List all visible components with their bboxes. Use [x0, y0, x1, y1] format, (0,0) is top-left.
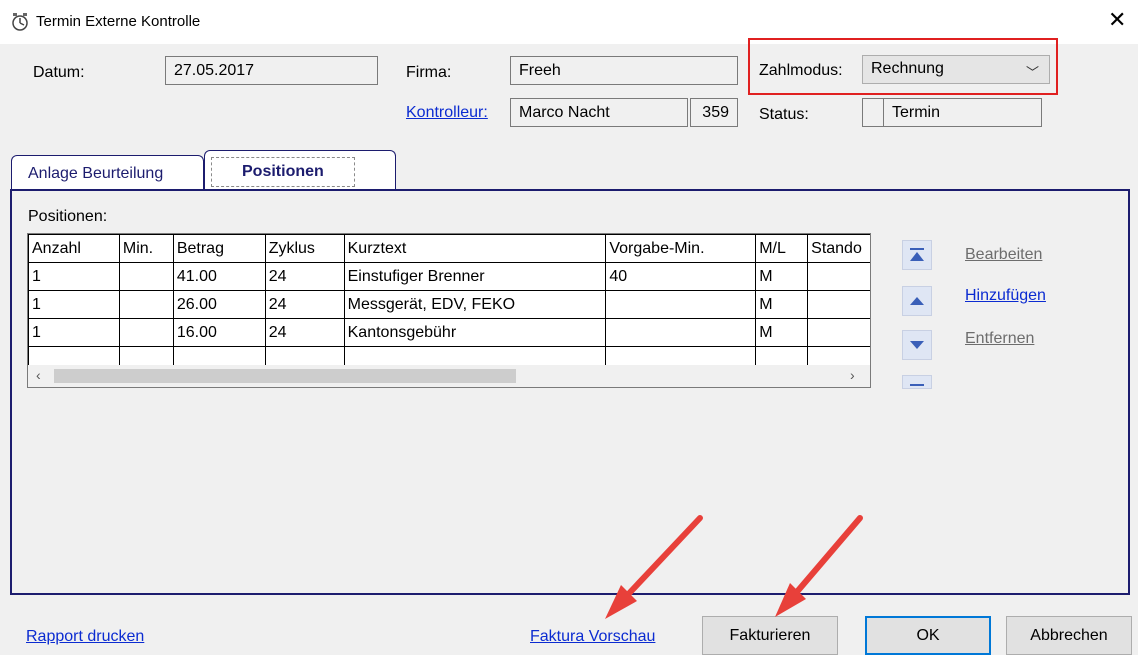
table-cell[interactable]: 40 — [605, 262, 757, 291]
table-cell[interactable]: 1 — [28, 262, 120, 291]
window-title: Termin Externe Kontrolle — [36, 13, 201, 30]
table-cell[interactable]: 1 — [28, 318, 120, 347]
table-cell[interactable]: Einstufiger Brenner — [343, 262, 607, 291]
zahlmodus-label: Zahlmodus: — [759, 62, 843, 79]
datum-label: Datum: — [33, 64, 85, 81]
firma-field[interactable]: Freeh — [510, 56, 738, 85]
tab-positionen-label: Positionen — [211, 157, 355, 187]
table-cell[interactable]: 24 — [264, 290, 345, 319]
zahlmodus-value: Rechnung — [871, 60, 944, 77]
tab-anlage-beurteilung[interactable]: Anlage Beurteilung — [11, 155, 204, 190]
table-cell[interactable] — [807, 318, 870, 347]
table-cell[interactable]: Messgerät, EDV, FEKO — [343, 290, 607, 319]
table-cell[interactable]: 24 — [264, 262, 345, 291]
firma-label: Firma: — [406, 64, 452, 81]
app-icon — [10, 12, 30, 32]
arrow-to-fakturieren — [775, 515, 863, 617]
table-cell[interactable] — [807, 262, 870, 291]
move-top-icon — [910, 248, 924, 261]
scroll-left-icon[interactable]: ‹ — [36, 367, 41, 383]
hinzufuegen-link[interactable]: Hinzufügen — [965, 287, 1046, 305]
positionen-label: Positionen: — [28, 208, 108, 225]
abbrechen-label: Abbrechen — [1030, 626, 1108, 644]
table-row[interactable]: 1 16.00 24 Kantonsgebühr M — [28, 318, 870, 347]
table-cell[interactable] — [118, 318, 174, 347]
status-field[interactable]: Termin — [883, 98, 1042, 127]
move-bottom-button[interactable] — [902, 375, 932, 389]
table-cell[interactable]: 24 — [264, 318, 345, 347]
ok-label: OK — [916, 626, 940, 644]
table-cell[interactable] — [605, 318, 757, 347]
table-cell[interactable]: 1 — [28, 290, 120, 319]
zahlmodus-select[interactable]: Rechnung ﹀ — [862, 55, 1050, 84]
column-header[interactable]: Stando — [807, 234, 870, 263]
column-header[interactable]: Anzahl — [28, 234, 120, 263]
abbrechen-button[interactable]: Abbrechen — [1006, 616, 1132, 655]
horizontal-scroll-thumb[interactable] — [54, 369, 516, 383]
close-icon[interactable]: ✕ — [1108, 9, 1126, 31]
tab-anlage-beurteilung-label: Anlage Beurteilung — [28, 165, 164, 182]
table-cell[interactable]: M — [755, 318, 809, 347]
faktura-vorschau-link[interactable]: Faktura Vorschau — [530, 628, 655, 646]
status-color-box — [862, 98, 884, 127]
table-cell[interactable] — [807, 290, 870, 319]
move-bottom-icon — [910, 384, 924, 386]
table-cell[interactable]: Kantonsgebühr — [343, 318, 607, 347]
move-down-button[interactable] — [902, 330, 932, 360]
table-cell[interactable] — [118, 290, 174, 319]
table-cell[interactable]: M — [755, 290, 809, 319]
kontrolleur-id-field[interactable]: 359 — [690, 98, 738, 127]
table-row[interactable]: 1 41.00 24 Einstufiger Brenner 40 M — [28, 262, 870, 291]
column-header[interactable]: Min. — [118, 234, 174, 263]
datum-field[interactable]: 27.05.2017 — [165, 56, 378, 85]
rapport-drucken-link[interactable]: Rapport drucken — [26, 628, 144, 646]
annotation-arrows — [605, 515, 863, 619]
table-cell[interactable] — [605, 290, 757, 319]
column-header[interactable]: M/L — [755, 234, 809, 263]
table-row[interactable]: 1 26.00 24 Messgerät, EDV, FEKO M — [28, 290, 870, 319]
move-up-button[interactable] — [902, 286, 932, 316]
status-label: Status: — [759, 106, 809, 123]
column-header[interactable]: Zyklus — [264, 234, 345, 263]
table-cell[interactable]: 41.00 — [172, 262, 266, 291]
chevron-down-icon: ﹀ — [1025, 65, 1039, 80]
kontrolleur-link[interactable]: Kontrolleur: — [406, 104, 488, 122]
arrow-to-vorschau — [605, 515, 703, 619]
table-cell[interactable]: 26.00 — [172, 290, 266, 319]
entfernen-link[interactable]: Entfernen — [965, 330, 1034, 348]
table-cell[interactable]: M — [755, 262, 809, 291]
move-top-button[interactable] — [902, 240, 932, 270]
bearbeiten-link[interactable]: Bearbeiten — [965, 246, 1042, 264]
horizontal-scrollbar[interactable]: ‹ › — [28, 365, 870, 387]
table-cell[interactable]: 16.00 — [172, 318, 266, 347]
move-down-icon — [910, 341, 924, 349]
column-header[interactable]: Betrag — [172, 234, 266, 263]
move-up-icon — [910, 297, 924, 305]
kontrolleur-name-field[interactable]: Marco Nacht — [510, 98, 688, 127]
positionen-grid[interactable]: Anzahl Min. Betrag Zyklus Kurztext Vorgabe-Mi… — [27, 233, 871, 388]
table-cell[interactable] — [118, 262, 174, 291]
scroll-right-icon[interactable]: › — [850, 367, 855, 383]
column-header[interactable]: Vorgabe-Min. — [605, 234, 757, 263]
tab-positionen[interactable]: Positionen — [204, 150, 396, 192]
column-header[interactable]: Kurztext — [343, 234, 607, 263]
